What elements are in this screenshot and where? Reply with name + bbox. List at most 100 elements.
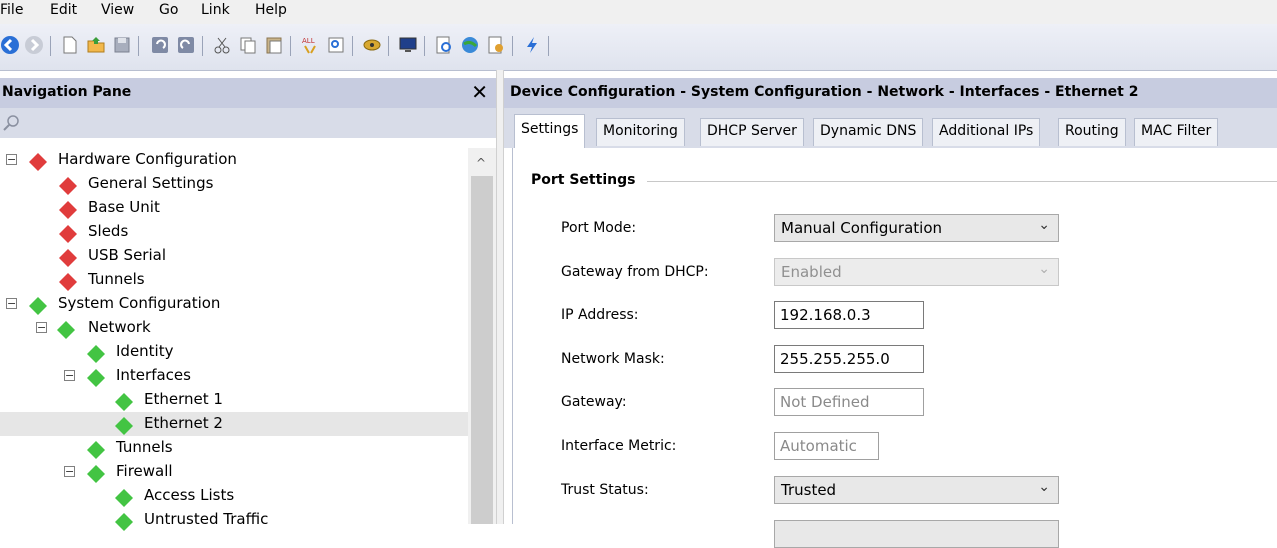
tree-item-tunnels[interactable]: Tunnels — [0, 436, 468, 460]
tree-item-general-settings[interactable]: General Settings — [0, 172, 468, 196]
tree-item-network[interactable]: − Network — [0, 316, 468, 340]
network-mask-input[interactable]: 255.255.255.0 — [774, 345, 924, 373]
toolbar: ALL — [0, 24, 1277, 71]
navigation-title: Navigation Pane — [2, 84, 132, 100]
tab-routing[interactable]: Routing — [1058, 118, 1126, 146]
tree-label: USB Serial — [88, 246, 167, 264]
save-icon[interactable] — [112, 35, 132, 55]
tree-item-identity[interactable]: Identity — [0, 340, 468, 364]
gateway-input[interactable]: Not Defined — [774, 388, 924, 416]
pane-splitter[interactable] — [496, 70, 504, 524]
tab-strip: Settings Monitoring DHCP Server Dynamic … — [504, 108, 1277, 148]
ip-address-input[interactable]: 192.168.0.3 — [774, 301, 924, 329]
port-mode-select[interactable]: Manual Configuration ⌄ — [774, 214, 1059, 242]
content-area: Device Configuration - System Configurat… — [504, 78, 1277, 548]
scroll-up-icon[interactable]: ^ — [476, 156, 486, 170]
tree-item-untrusted-traffic[interactable]: Untrusted Traffic — [0, 508, 468, 532]
globe-settings-icon[interactable] — [460, 35, 480, 55]
tab-additional-ips[interactable]: Additional IPs — [932, 118, 1041, 146]
tree-item-hardware-tunnels[interactable]: Tunnels — [0, 268, 468, 292]
close-icon[interactable]: ✕ — [471, 80, 488, 104]
document-settings-icon[interactable] — [486, 35, 506, 55]
open-folder-icon[interactable] — [86, 35, 106, 55]
menu-edit[interactable]: Edit — [50, 2, 77, 18]
new-document-icon[interactable] — [60, 35, 80, 55]
find-replace-icon[interactable] — [326, 35, 346, 55]
find-all-icon[interactable]: ALL — [300, 35, 320, 55]
interface-metric-input[interactable]: Automatic — [774, 432, 879, 460]
green-diamond-icon — [87, 345, 105, 363]
tab-mac-filter[interactable]: MAC Filter — [1134, 118, 1219, 146]
redo-icon[interactable] — [176, 35, 196, 55]
paste-icon[interactable] — [264, 35, 284, 55]
network-mask-value: 255.255.255.0 — [780, 350, 890, 368]
green-diamond-icon — [115, 513, 133, 531]
forward-icon[interactable] — [24, 35, 44, 55]
tree-item-ethernet-1[interactable]: Ethernet 1 — [0, 388, 468, 412]
collapse-icon[interactable]: − — [6, 154, 17, 165]
red-diamond-icon — [59, 177, 77, 195]
scrollbar-thumb[interactable] — [471, 176, 493, 524]
tree-label: Interfaces — [116, 366, 191, 384]
navigation-search-bar[interactable] — [0, 108, 496, 138]
tree-label: Untrusted Traffic — [144, 510, 269, 528]
trust-status-value: Trusted — [781, 481, 837, 499]
tree-label: Sleds — [88, 222, 129, 240]
menu-link[interactable]: Link — [201, 2, 230, 18]
svg-text:ALL: ALL — [302, 37, 315, 45]
gateway-label: Gateway: — [561, 394, 627, 410]
tab-dynamic-dns[interactable]: Dynamic DNS — [813, 118, 924, 146]
trust-status-label: Trust Status: — [561, 482, 649, 498]
tab-settings[interactable]: Settings — [514, 114, 586, 148]
ip-address-value: 192.168.0.3 — [780, 306, 871, 324]
tab-monitoring[interactable]: Monitoring — [596, 118, 685, 146]
tree-item-ethernet-2[interactable]: Ethernet 2 — [0, 412, 468, 436]
menu-go[interactable]: Go — [159, 2, 178, 18]
menu-bar: File Edit View Go Link Help — [0, 0, 1277, 24]
green-diamond-icon — [87, 465, 105, 483]
toolbar-separator — [202, 36, 203, 56]
tree-item-base-unit[interactable]: Base Unit — [0, 196, 468, 220]
tree-label: General Settings — [88, 174, 214, 192]
tree-label: Ethernet 2 — [144, 414, 223, 432]
red-diamond-icon — [59, 273, 77, 291]
page-title: Device Configuration - System Configurat… — [510, 84, 1139, 100]
back-icon[interactable] — [0, 35, 20, 55]
tab-dhcp-server[interactable]: DHCP Server — [700, 118, 804, 146]
toolbar-separator — [388, 36, 389, 56]
port-mode-label: Port Mode: — [561, 220, 637, 236]
copy-icon[interactable] — [238, 35, 258, 55]
connect-icon[interactable] — [362, 35, 382, 55]
menu-file[interactable]: File — [0, 2, 23, 18]
undo-icon[interactable] — [150, 35, 170, 55]
collapse-icon[interactable]: − — [64, 466, 75, 477]
tree-label: Network — [88, 318, 151, 336]
tree-label: Access Lists — [144, 486, 235, 504]
tree-item-access-lists[interactable]: Access Lists — [0, 484, 468, 508]
tree-label: Tunnels — [88, 270, 145, 288]
monitor-icon[interactable] — [398, 35, 418, 55]
tree-label: Firewall — [116, 462, 173, 480]
tree-item-usb-serial[interactable]: USB Serial — [0, 244, 468, 268]
search-icon[interactable] — [2, 114, 20, 132]
navigation-scrollbar[interactable]: ^ — [468, 148, 496, 524]
collapse-icon[interactable]: − — [6, 298, 17, 309]
collapse-icon[interactable]: − — [36, 322, 47, 333]
tree-item-system-configuration[interactable]: − System Configuration — [0, 292, 468, 316]
menu-view[interactable]: View — [101, 2, 134, 18]
tab-label: Routing — [1065, 123, 1119, 139]
collapse-icon[interactable]: − — [64, 370, 75, 381]
tree-item-firewall[interactable]: − Firewall — [0, 460, 468, 484]
toolbar-separator — [548, 36, 549, 56]
search-document-icon[interactable] — [434, 35, 454, 55]
tree-item-sleds[interactable]: Sleds — [0, 220, 468, 244]
next-field-select[interactable] — [774, 520, 1059, 548]
trust-status-select[interactable]: Trusted ⌄ — [774, 476, 1059, 504]
tree-item-hardware-configuration[interactable]: − Hardware Configuration — [0, 148, 468, 172]
cut-icon[interactable] — [212, 35, 232, 55]
menu-help[interactable]: Help — [255, 2, 287, 18]
toolbar-separator — [138, 36, 139, 56]
tree-item-interfaces[interactable]: − Interfaces — [0, 364, 468, 388]
tree-label: Hardware Configuration — [58, 150, 237, 168]
lightning-icon[interactable] — [522, 35, 542, 55]
